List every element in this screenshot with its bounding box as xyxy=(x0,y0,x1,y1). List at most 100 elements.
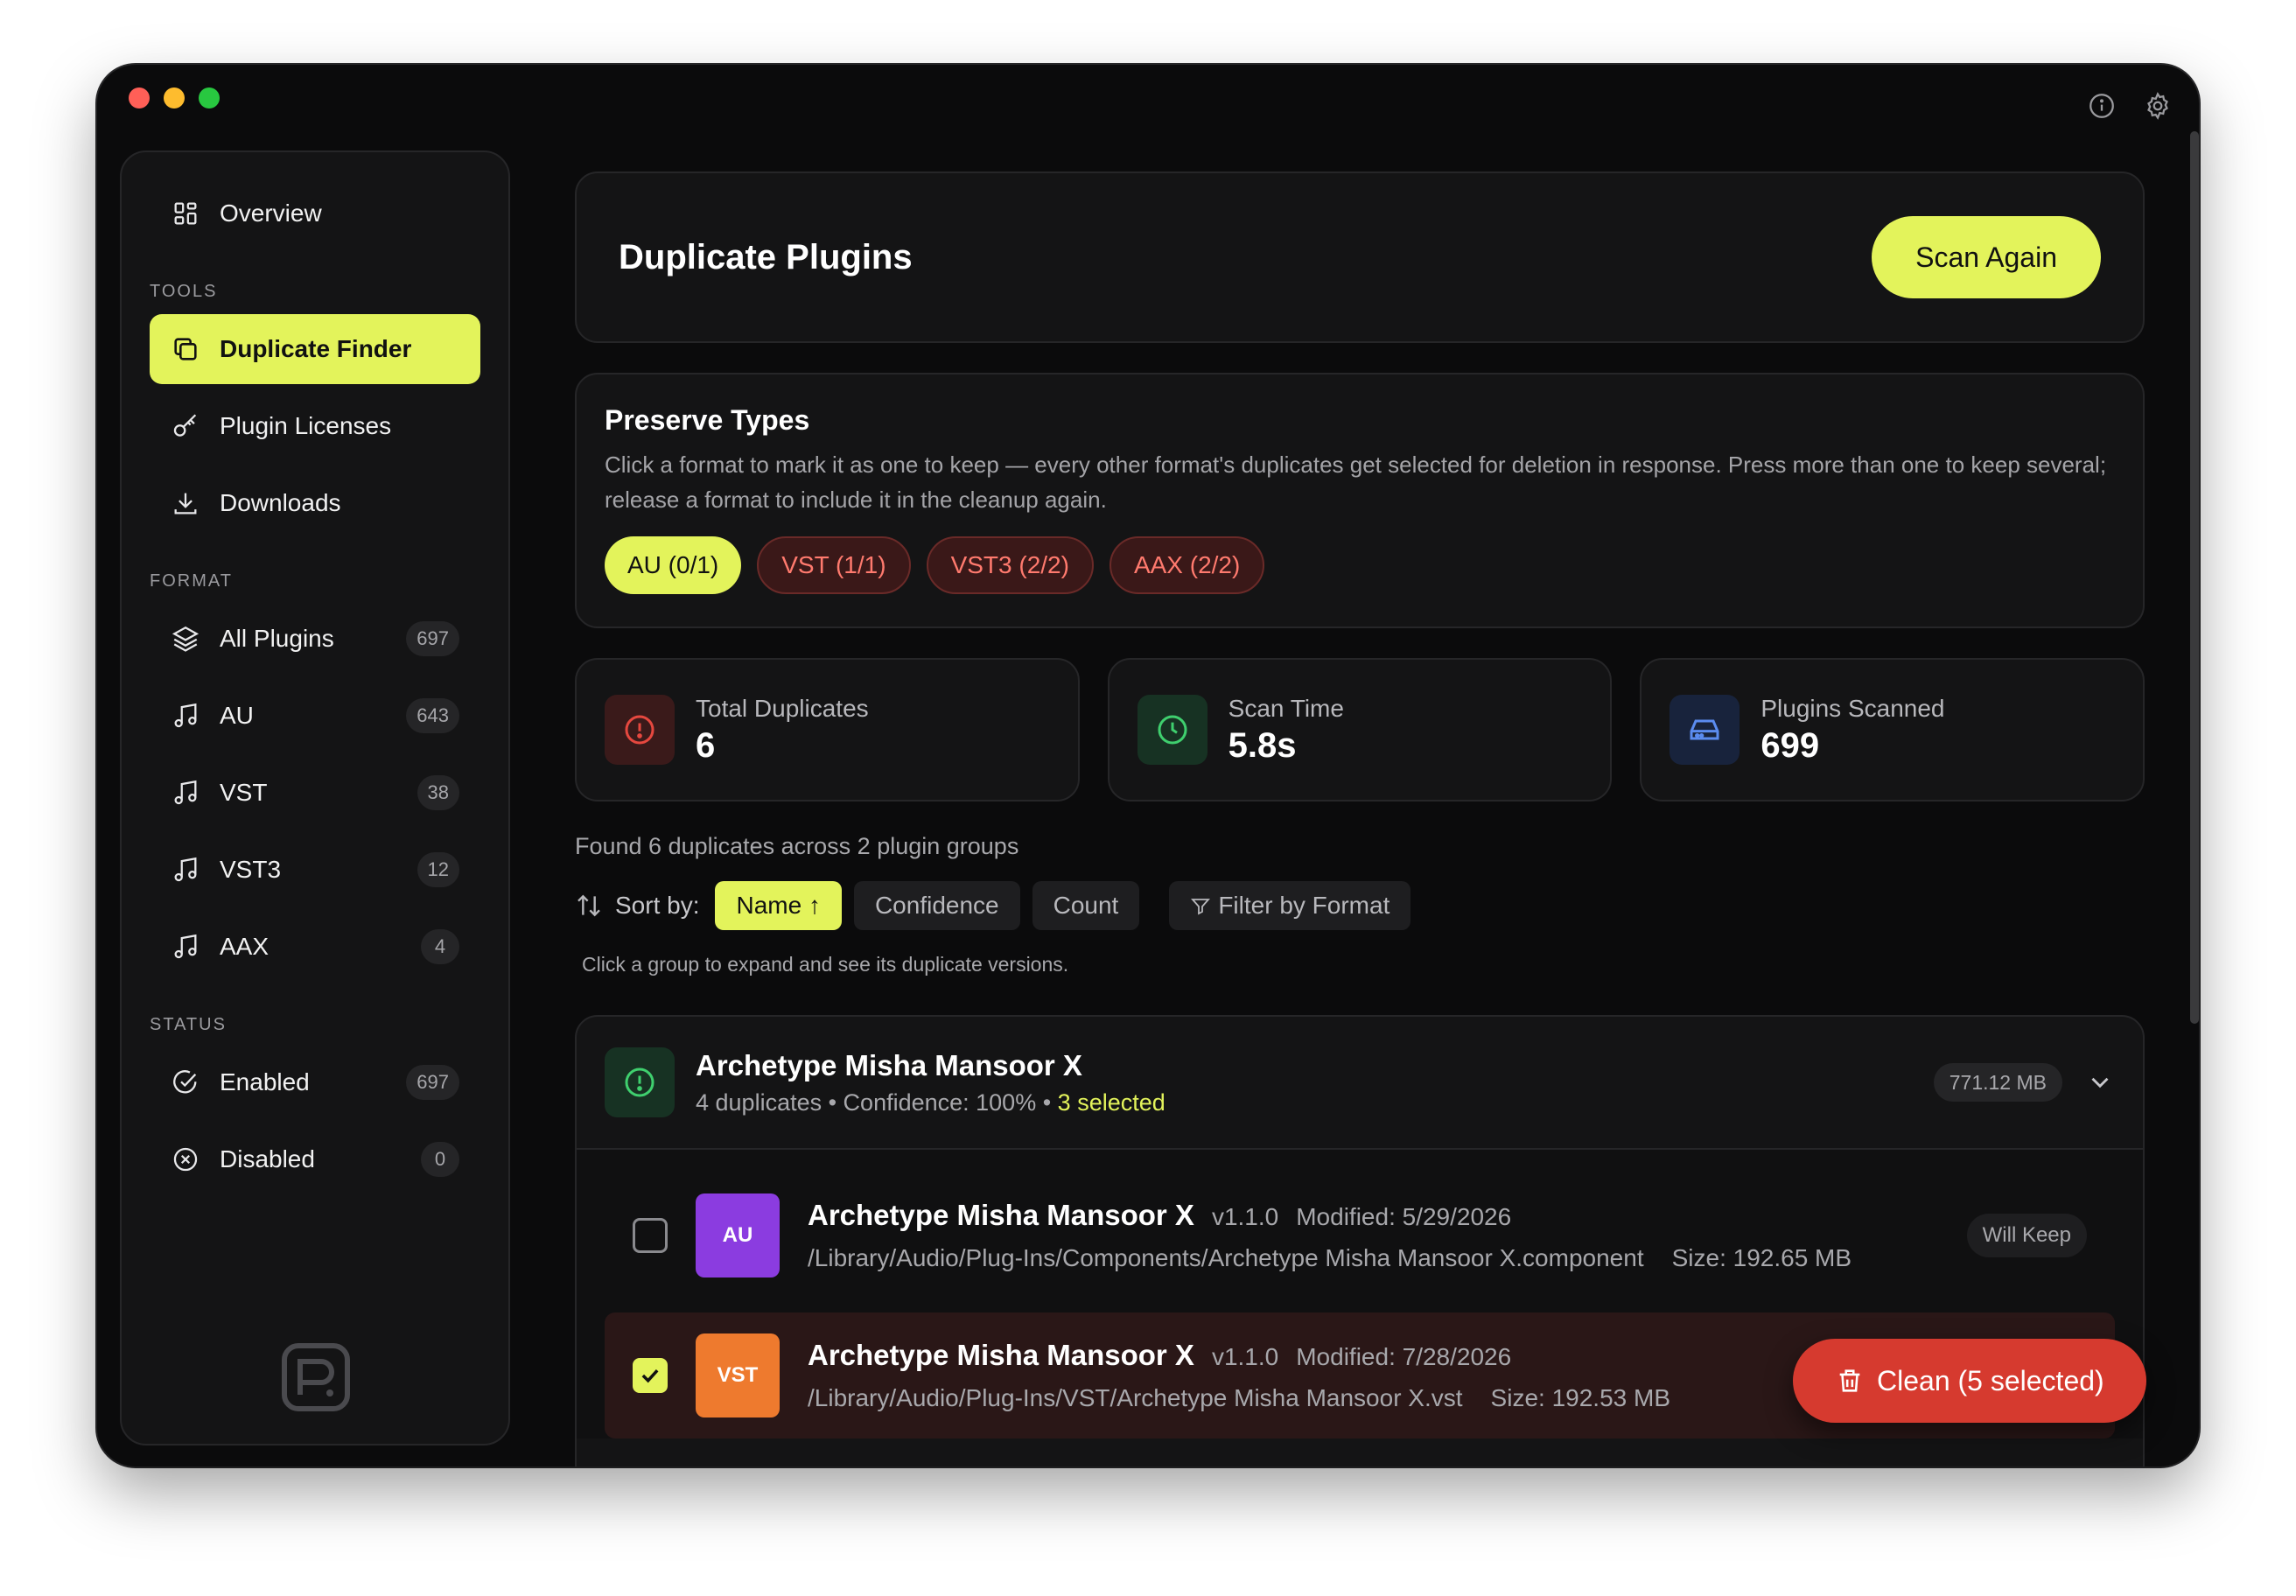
row-version: v1.1.0 xyxy=(1211,1203,1279,1230)
trash-icon xyxy=(1839,1369,1860,1392)
stat-label: Scan Time xyxy=(1228,694,1344,722)
stat-label: Plugins Scanned xyxy=(1760,694,1945,722)
preserve-title: Preserve Types xyxy=(605,404,810,436)
filter-by-format-button[interactable]: Filter by Format xyxy=(1169,881,1411,930)
stat-scan-time: Scan Time 5.8s xyxy=(1107,658,1613,802)
clock-tile xyxy=(1137,695,1208,765)
will-keep-badge: Will Keep xyxy=(1966,1214,2087,1257)
count-badge: 697 xyxy=(406,1065,459,1100)
sidebar-item-label: Disabled xyxy=(220,1145,315,1172)
count-badge: 38 xyxy=(416,775,459,810)
count-badge: 4 xyxy=(421,929,459,964)
close-window-button[interactable] xyxy=(129,88,150,108)
stat-value: 699 xyxy=(1760,725,1820,765)
sort-by-name-button[interactable]: Name ↑ xyxy=(715,881,842,930)
row-path: /Library/Audio/Plug-Ins/Components/Arche… xyxy=(808,1244,1644,1271)
drive-tile xyxy=(1670,695,1740,765)
sidebar-item-label: AU xyxy=(220,702,254,729)
check-icon xyxy=(641,1368,659,1383)
main-content: Duplicate Plugins Scan Again Preserve Ty… xyxy=(575,172,2146,1466)
chip-au[interactable]: AU (0/1) xyxy=(605,536,742,594)
sidebar-item-disabled[interactable]: Disabled 0 xyxy=(150,1124,480,1194)
app-logo-icon xyxy=(282,1343,350,1411)
sidebar-item-downloads[interactable]: Downloads xyxy=(150,468,480,538)
sidebar-item-vst[interactable]: VST 38 xyxy=(150,758,480,828)
sidebar-item-plugin-licenses[interactable]: Plugin Licenses xyxy=(150,391,480,461)
sort-arrows-icon xyxy=(578,894,600,917)
sidebar-item-enabled[interactable]: Enabled 697 xyxy=(150,1047,480,1117)
count-badge: 12 xyxy=(416,852,459,887)
stat-total-duplicates: Total Duplicates 6 xyxy=(575,658,1080,802)
check-circle-icon xyxy=(173,1070,197,1094)
preserve-types-panel: Preserve Types Click a format to mark it… xyxy=(575,373,2145,628)
group-icon-tile xyxy=(605,1047,675,1117)
sidebar-item-label: Downloads xyxy=(220,489,341,516)
row-name: Archetype Misha Mansoor X xyxy=(808,1339,1194,1371)
hard-drive-icon xyxy=(1690,719,1719,740)
sidebar-item-label: Duplicate Finder xyxy=(220,335,412,362)
sidebar-item-label: VST3 xyxy=(220,856,282,883)
sort-by-confidence-button[interactable]: Confidence xyxy=(853,881,1020,930)
duplicate-row[interactable]: AU Archetype Misha Mansoor X v1.1.0 Modifi… xyxy=(605,1172,2115,1298)
chevron-down-icon[interactable] xyxy=(2085,1068,2115,1097)
music-note-icon xyxy=(174,703,197,728)
clean-selected-button[interactable]: Clean (5 selected) xyxy=(1793,1339,2146,1423)
group-actions: 771.12 MB xyxy=(1933,1063,2115,1102)
row-title: Archetype Misha Mansoor X v1.1.0 Modified:… xyxy=(808,1339,1670,1372)
results-summary: Found 6 duplicates across 2 plugin group… xyxy=(575,833,1019,859)
sort-label: Sort by: xyxy=(615,892,700,919)
preserve-chips: AU (0/1) VST (1/1) VST3 (2/2) AAX (2/2) xyxy=(605,536,2115,594)
alert-tile xyxy=(605,695,675,765)
row-checkbox[interactable] xyxy=(633,1218,668,1253)
row-path: /Library/Audio/Plug-Ins/VST/Archetype Mi… xyxy=(808,1384,1463,1411)
sidebar-item-aax[interactable]: AAX 4 xyxy=(150,912,480,982)
gear-icon[interactable] xyxy=(2143,91,2173,121)
download-icon xyxy=(174,493,197,514)
sidebar: Overview TOOLS Duplicate Finder Plugin L… xyxy=(120,150,510,1446)
music-note-icon xyxy=(174,857,197,882)
sidebar-item-all-plugins[interactable]: All Plugins 697 xyxy=(150,604,480,674)
row-version: v1.1.0 xyxy=(1211,1343,1279,1370)
group-title: Archetype Misha Mansoor X xyxy=(696,1048,1082,1082)
row-name: Archetype Misha Mansoor X xyxy=(808,1199,1194,1231)
sort-by-count-button[interactable]: Count xyxy=(1032,881,1140,930)
group-header[interactable]: Archetype Misha Mansoor X 4 duplicates •… xyxy=(577,1017,2143,1150)
row-size: Size: 192.65 MB xyxy=(1671,1244,1852,1271)
zoom-window-button[interactable] xyxy=(199,88,220,108)
sidebar-item-vst3[interactable]: VST3 12 xyxy=(150,835,480,905)
row-modified: Modified: 5/29/2026 xyxy=(1296,1203,1512,1230)
stat-plugins-scanned: Plugins Scanned 699 xyxy=(1640,658,2146,802)
format-heading: FORMAT xyxy=(150,571,233,591)
sidebar-item-duplicate-finder[interactable]: Duplicate Finder xyxy=(150,314,480,384)
chip-vst[interactable]: VST (1/1) xyxy=(757,536,911,594)
main-scrollbar[interactable] xyxy=(2190,131,2199,1024)
row-modified: Modified: 7/28/2026 xyxy=(1296,1343,1512,1370)
clean-label: Clean (5 selected) xyxy=(1877,1364,2104,1396)
chip-aax[interactable]: AAX (2/2) xyxy=(1109,536,1265,594)
sort-toolbar: Sort by: Name ↑ Confidence Count Filter … xyxy=(575,881,2145,930)
sidebar-item-label: AAX xyxy=(220,933,270,960)
stat-value: 6 xyxy=(696,725,716,765)
group-stats: 4 duplicates • Confidence: 100% • xyxy=(696,1088,1052,1116)
tools-heading: TOOLS xyxy=(150,282,218,301)
chip-vst3[interactable]: VST3 (2/2) xyxy=(926,536,1094,594)
stat-value: 5.8s xyxy=(1228,725,1297,765)
minimize-window-button[interactable] xyxy=(164,88,185,108)
sidebar-item-au[interactable]: AU 643 xyxy=(150,681,480,751)
sidebar-item-label: VST xyxy=(220,779,268,806)
copy-icon xyxy=(174,338,197,360)
info-icon[interactable] xyxy=(2087,91,2117,121)
alert-circle-icon xyxy=(625,715,654,745)
count-badge: 697 xyxy=(406,621,459,656)
group-subtitle: 4 duplicates • Confidence: 100% • 3 sele… xyxy=(696,1089,1166,1116)
sidebar-item-overview[interactable]: Overview xyxy=(150,178,480,248)
preserve-description: Click a format to mark it as one to keep… xyxy=(605,452,2107,513)
row-size: Size: 192.53 MB xyxy=(1490,1384,1670,1411)
scan-again-button[interactable]: Scan Again xyxy=(1872,216,2101,298)
layers-icon xyxy=(172,626,200,652)
row-path-line: /Library/Audio/Plug-Ins/Components/Arche… xyxy=(808,1244,1852,1272)
filter-label: Filter by Format xyxy=(1218,892,1390,919)
row-title: Archetype Misha Mansoor X v1.1.0 Modified:… xyxy=(808,1199,1852,1232)
sidebar-item-label: All Plugins xyxy=(220,625,334,652)
row-checkbox[interactable] xyxy=(633,1358,668,1393)
